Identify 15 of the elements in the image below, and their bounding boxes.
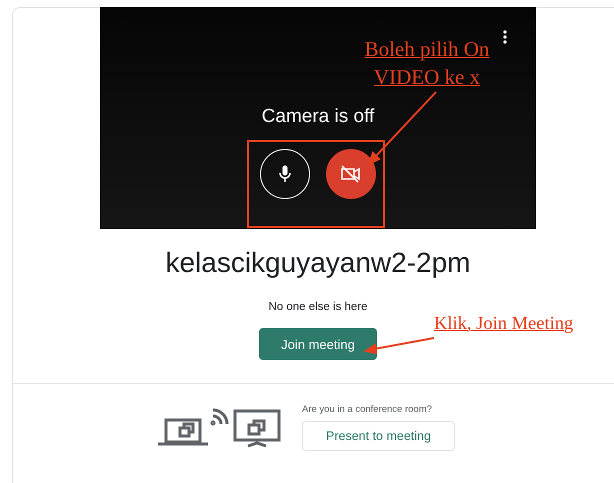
conference-room-question: Are you in a conference room? <box>302 404 433 415</box>
annotation-text: Boleh pilih On VIDEO ke x <box>364 36 490 91</box>
camera-status: Camera is off <box>262 106 374 128</box>
camera-off-icon <box>340 165 362 183</box>
annotation-text: Klik, Join Meeting <box>434 314 574 335</box>
present-button[interactable]: Present to meeting <box>302 421 455 451</box>
meeting-title: kelascikguyayanw2-2pm <box>165 247 471 279</box>
camera-toggle[interactable] <box>326 149 376 199</box>
mic-toggle[interactable] <box>260 149 310 199</box>
more-options-icon[interactable] <box>503 30 507 44</box>
participants-status: No one else is here <box>268 301 368 313</box>
microphone-icon <box>279 165 291 183</box>
join-meeting-button[interactable]: Join meeting <box>259 328 377 360</box>
annotation-arrow <box>363 337 434 354</box>
cast-to-screen-icon <box>158 408 282 448</box>
